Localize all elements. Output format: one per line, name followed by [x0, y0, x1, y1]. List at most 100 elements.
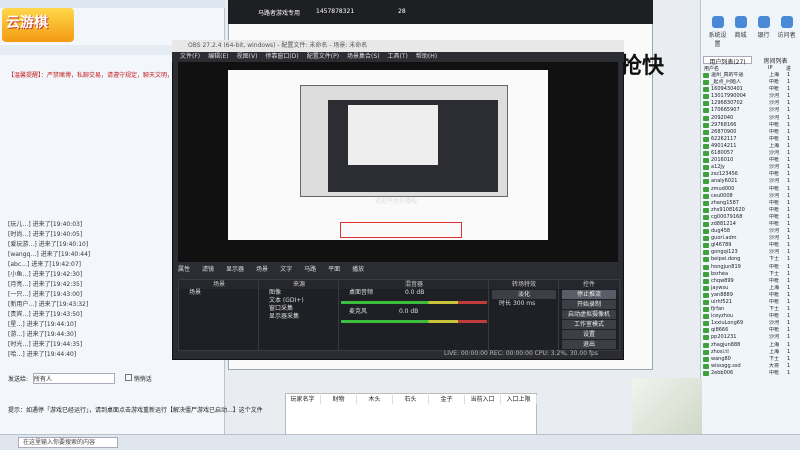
user-row[interactable]: qi8666 中枪 1: [703, 327, 798, 334]
user-location: 中枪: [769, 157, 780, 164]
table-column-header[interactable]: 木头: [357, 395, 393, 404]
user-row[interactable]: 62262117 中枪 1: [703, 136, 798, 143]
user-location: 下士: [769, 355, 780, 362]
source-item[interactable]: 文本 (GDI+): [259, 297, 339, 305]
source-toolbar-item[interactable]: 显示器: [226, 266, 244, 273]
table-column-header[interactable]: 石头: [393, 395, 429, 404]
source-toolbar-item[interactable]: 马路: [304, 266, 316, 273]
table-column-header[interactable]: 当前入口: [465, 395, 501, 404]
user-name: wisssgg.ssd: [711, 362, 741, 369]
studio-mode-button[interactable]: 工作室模式: [562, 320, 616, 329]
user-row[interactable]: chqw899 中枪 1: [703, 278, 798, 285]
user-location: 下士: [769, 256, 780, 263]
user-row[interactable]: zsz123456 中枪 1: [703, 171, 798, 178]
user-row[interactable]: yan8889 中枪 1: [703, 292, 798, 299]
scene-item[interactable]: 场景: [179, 289, 259, 297]
user-count: 1: [787, 291, 791, 298]
source-toolbar-item[interactable]: 播放: [352, 266, 364, 273]
user-count: 1: [787, 256, 791, 263]
user-location: 下士: [769, 306, 780, 313]
tab-user-list[interactable]: 用户列表(27): [703, 56, 752, 66]
user-row[interactable]: zd881214 中枪 1: [703, 221, 798, 228]
whisper-checkbox[interactable]: [124, 374, 132, 381]
scenes-dock-header: 场景: [179, 280, 259, 289]
obs-menu-item[interactable]: 工具(T): [388, 53, 408, 60]
obs-menu-item[interactable]: 配置文件(P): [307, 53, 339, 60]
user-row[interactable]: ceu0008 沙河 1: [703, 193, 798, 200]
virtual-camera-button[interactable]: 启动虚拟摄像机: [562, 310, 616, 319]
user-count: 1: [787, 164, 791, 171]
user-row[interactable]: zhang1587 中枪 1: [703, 200, 798, 207]
user-count: 1: [787, 114, 791, 121]
user-row[interactable]: analy6021 沙河 1: [703, 178, 798, 185]
source-toolbar-item[interactable]: 文字: [280, 266, 292, 273]
source-selection-box[interactable]: [340, 222, 462, 238]
user-row[interactable]: uirhf521 中枪 1: [703, 299, 798, 306]
table-column-header[interactable]: 入口上限: [501, 395, 537, 404]
table-column-header[interactable]: 金子: [429, 395, 465, 404]
start-record-button[interactable]: 开始录制: [562, 300, 616, 309]
user-row[interactable]: pp201231 沙河 1: [703, 334, 798, 341]
obs-menu-item[interactable]: 视图(V): [237, 53, 258, 60]
user-row[interactable]: _起点_问题人 中枪 1: [703, 79, 798, 86]
right-panel-button[interactable]: 商城: [729, 16, 752, 48]
user-row[interactable]: guori.adm 沙河 1: [703, 235, 798, 242]
user-row[interactable]: 1296830702 沙河 1: [703, 100, 798, 107]
user-row[interactable]: zhs91081620 中枪 1: [703, 207, 798, 214]
source-item[interactable]: 窗口采集: [259, 305, 339, 313]
user-row[interactable]: 6180057 沙河 1: [703, 150, 798, 157]
user-row[interactable]: 1609430401 中枪 1: [703, 86, 798, 93]
user-row[interactable]: wang80 下士 1: [703, 356, 798, 363]
user-row[interactable]: 1xxiuLong69 沙河 1: [703, 320, 798, 327]
user-row[interactable]: 29768166 中枪 1: [703, 122, 798, 129]
settings-button[interactable]: 设置: [562, 330, 616, 339]
user-row[interactable]: 2ebb006 中枪 1: [703, 370, 798, 377]
duration-value[interactable]: 300 ms: [513, 300, 535, 307]
user-row[interactable]: cg00079168 中枪 1: [703, 214, 798, 221]
user-row[interactable]: iceyzhou 中枪 1: [703, 313, 798, 320]
obs-menu-item[interactable]: 文件(F): [180, 53, 200, 60]
user-row[interactable]: zhagjun888 上海 1: [703, 342, 798, 349]
taskbar-search-input[interactable]: 在这里输入你要搜索的内容: [18, 437, 118, 448]
user-count: 1: [787, 263, 791, 270]
user-row[interactable]: 170665907 沙河 1: [703, 107, 798, 114]
stop-stream-button[interactable]: 停止推流: [562, 290, 616, 299]
transition-select[interactable]: 淡化: [492, 290, 556, 299]
user-row[interactable]: 13017990004 沙河 1: [703, 93, 798, 100]
user-row[interactable]: dug458 沙河 1: [703, 228, 798, 235]
user-row[interactable]: jaywsu 上海 1: [703, 285, 798, 292]
user-row[interactable]: beipei.dong 下士 1: [703, 256, 798, 263]
user-row[interactable]: 温州_真的牛逼 上海 1: [703, 72, 798, 79]
user-row[interactable]: 49014211 上海 1: [703, 143, 798, 150]
right-panel-button[interactable]: 银行: [752, 16, 775, 48]
obs-menu-item[interactable]: 停靠窗口(D): [265, 53, 298, 60]
exit-button[interactable]: 退出: [562, 340, 616, 349]
table-column-header[interactable]: 财物: [321, 395, 357, 404]
source-toolbar-item[interactable]: 滤镜: [202, 266, 214, 273]
source-toolbar-item[interactable]: 属性: [178, 266, 190, 273]
user-row[interactable]: fjrfan 下士 1: [703, 306, 798, 313]
table-column-header[interactable]: 玩家名字: [285, 395, 321, 404]
user-row[interactable]: a12Jy 沙河 1: [703, 164, 798, 171]
source-toolbar-item[interactable]: 平面: [328, 266, 340, 273]
user-row[interactable]: 2016010 中枪 1: [703, 157, 798, 164]
source-item[interactable]: 显示器采集: [259, 313, 339, 321]
user-row[interactable]: wisssgg.ssd 大将 1: [703, 363, 798, 370]
user-row[interactable]: bsrhea 下士 1: [703, 271, 798, 278]
obs-menu-item[interactable]: 场景集合(S): [347, 53, 380, 60]
user-row[interactable]: 2092040 沙河 1: [703, 115, 798, 122]
user-row[interactable]: hongjun819 中枪 1: [703, 264, 798, 271]
obs-menu-item[interactable]: 编辑(E): [208, 53, 228, 60]
user-row[interactable]: zmud000 中枪 1: [703, 186, 798, 193]
right-panel-button[interactable]: 访问者: [775, 16, 798, 48]
user-row[interactable]: 26870900 中枪 1: [703, 129, 798, 136]
user-row[interactable]: zhosi.ti 上海 1: [703, 349, 798, 356]
source-item[interactable]: 图像: [259, 289, 339, 297]
source-toolbar-item[interactable]: 场景: [256, 266, 268, 273]
right-panel-button[interactable]: 系统设置: [706, 16, 729, 48]
user-row[interactable]: gongqi123 沙河 1: [703, 249, 798, 256]
user-row[interactable]: gl46789 中枪 1: [703, 242, 798, 249]
tab-room-list[interactable]: 房间列表: [752, 56, 799, 65]
send-to-select[interactable]: 所有人: [32, 373, 115, 384]
obs-menu-item[interactable]: 帮助(H): [416, 53, 437, 60]
